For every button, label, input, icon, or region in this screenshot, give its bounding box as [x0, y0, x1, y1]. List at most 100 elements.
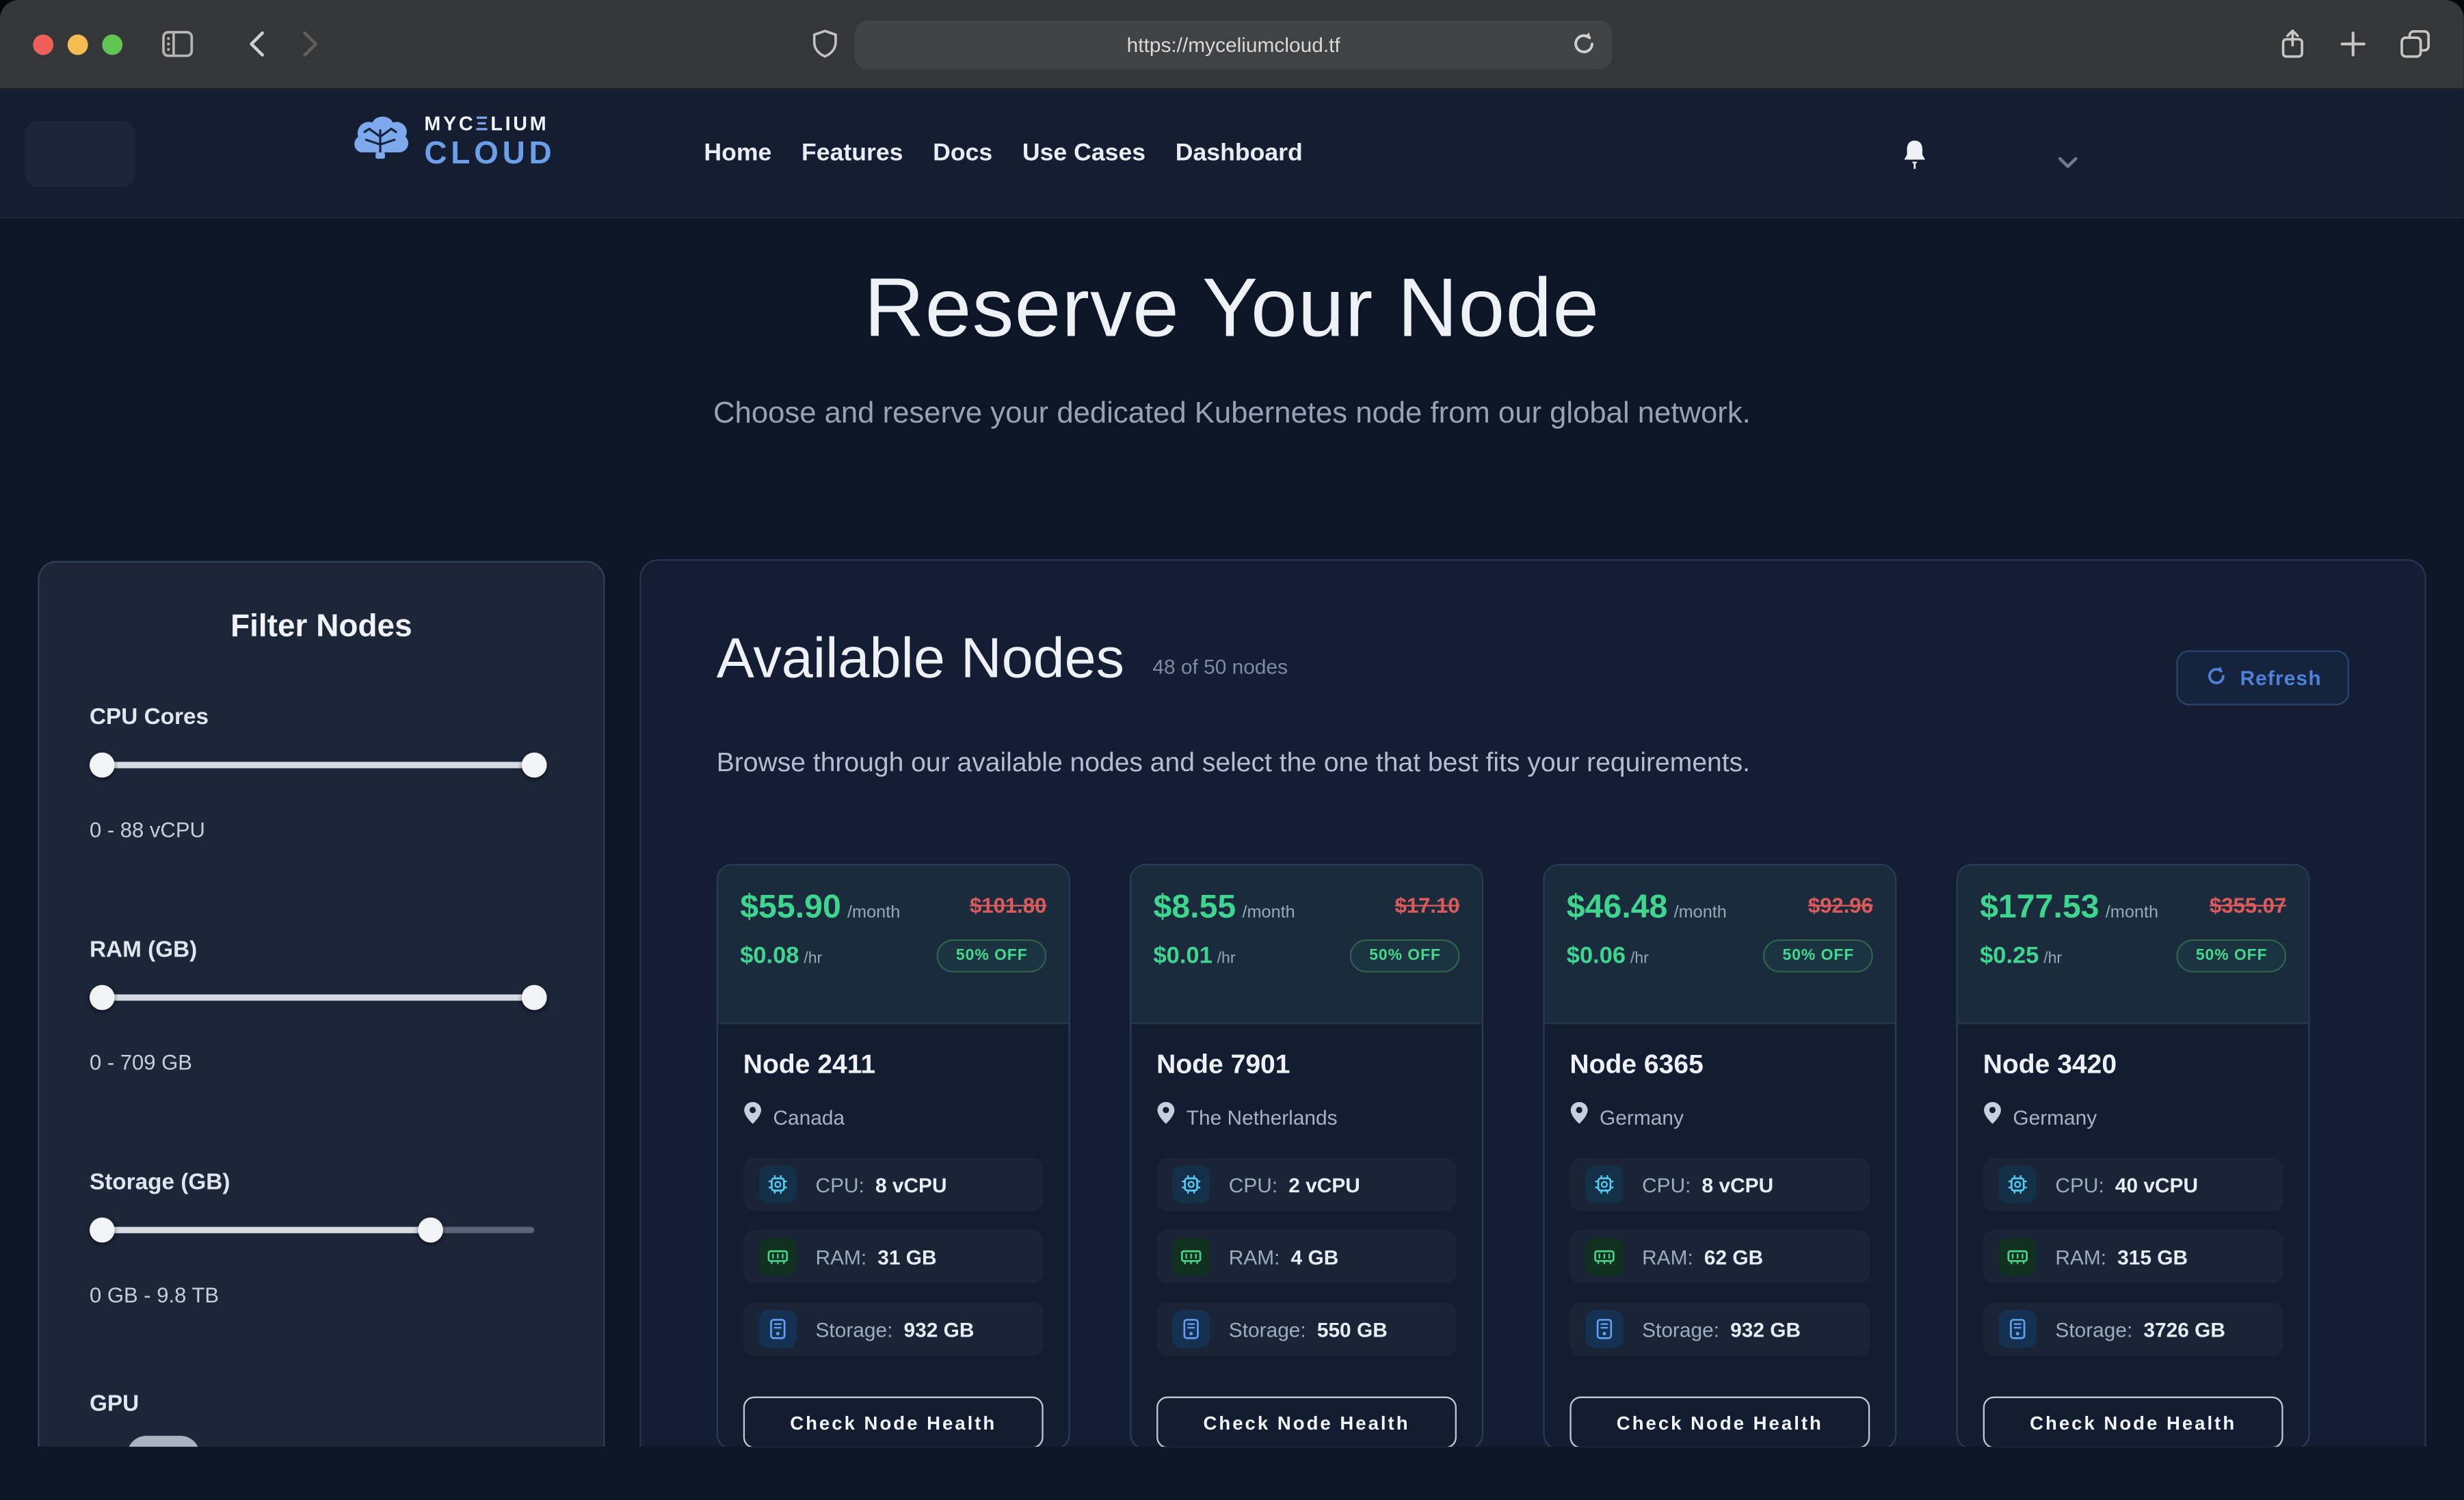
- mycelium-brain-icon: [349, 111, 412, 173]
- spec-value: 2 vCPU: [1288, 1173, 1360, 1196]
- original-price: $17.10: [1395, 894, 1460, 917]
- gpu-filter-label: GPU: [90, 1392, 139, 1417]
- nav-link-dashboard[interactable]: Dashboard: [1176, 139, 1303, 168]
- spec-row-storage: Storage: 932 GB: [743, 1302, 1044, 1356]
- spec-value: 3726 GB: [2143, 1317, 2225, 1341]
- nav-link-docs[interactable]: Docs: [933, 139, 992, 168]
- spec-row-storage: Storage: 3726 GB: [1983, 1302, 2283, 1356]
- slider-handle-max[interactable]: [418, 1218, 443, 1243]
- monthly-price: $46.48/month: [1567, 889, 1727, 926]
- reload-icon[interactable]: [1569, 30, 1598, 63]
- spec-label: Storage:: [1642, 1317, 1719, 1341]
- node-card-node-7901[interactable]: $8.55/month $17.10 $0.01/hr 50% OFF Node…: [1130, 864, 1483, 1447]
- cpu-chip-icon: [1585, 1166, 1623, 1203]
- available-nodes-panel: Available Nodes 48 of 50 nodes Refresh B…: [639, 559, 2426, 1447]
- zoom-button[interactable]: [102, 35, 122, 55]
- site-navbar: MYCΞLIUM CLOUD Home Features Docs Use Cases…: [0, 90, 2464, 218]
- nav-link-use-cases[interactable]: Use Cases: [1022, 139, 1145, 168]
- nav-links: Home Features Docs Use Cases Dashboard: [704, 90, 1302, 218]
- spec-label: Storage:: [1229, 1317, 1306, 1341]
- nav-link-home[interactable]: Home: [704, 139, 771, 168]
- spec-value: 8 vCPU: [875, 1173, 947, 1196]
- range-slider[interactable]: [90, 985, 547, 1010]
- node-name: Node 7901: [1156, 1049, 1457, 1081]
- node-card-node-2411[interactable]: $55.90/month $101.80 $0.08/hr 50% OFF No…: [717, 864, 1070, 1447]
- original-price: $355.07: [2210, 894, 2286, 917]
- tabs-overview-icon[interactable]: [2400, 29, 2431, 59]
- hero-section: Reserve Your Node Choose and reserve you…: [0, 218, 2464, 431]
- check-node-health-button[interactable]: Check Node Health: [743, 1397, 1044, 1447]
- spec-label: RAM:: [816, 1245, 867, 1268]
- nodes-panel-title: Available Nodes: [717, 627, 1124, 689]
- spec-label: RAM:: [1642, 1245, 1693, 1268]
- slider-handle-max[interactable]: [522, 753, 547, 778]
- spec-value: 315 GB: [2117, 1245, 2188, 1268]
- sidebar-toggle-icon[interactable]: [162, 31, 194, 57]
- slider-handle-min[interactable]: [90, 985, 115, 1010]
- minimize-button[interactable]: [68, 35, 88, 55]
- slider-handle-max[interactable]: [522, 985, 547, 1010]
- spec-label: Storage:: [2055, 1317, 2132, 1341]
- brand-line2: CLOUD: [424, 138, 555, 170]
- hourly-price: $0.08/hr: [740, 941, 822, 969]
- slider-fill: [102, 994, 534, 1000]
- url-bar[interactable]: https://myceliumcloud.tf: [855, 21, 1612, 69]
- refresh-button[interactable]: Refresh: [2176, 650, 2349, 705]
- spec-value: 31 GB: [877, 1245, 936, 1268]
- close-button[interactable]: [33, 35, 53, 55]
- node-card-node-3420[interactable]: $177.53/month $355.07 $0.25/hr 50% OFF N…: [1957, 864, 2310, 1447]
- forward-icon[interactable]: [302, 30, 321, 58]
- check-node-health-button[interactable]: Check Node Health: [1156, 1397, 1457, 1447]
- nav-link-features[interactable]: Features: [802, 139, 903, 168]
- ram-chip-icon: [1585, 1238, 1623, 1276]
- back-icon[interactable]: [247, 30, 266, 58]
- monthly-price: $8.55/month: [1154, 889, 1295, 926]
- range-slider[interactable]: [90, 753, 547, 778]
- check-node-health-button[interactable]: Check Node Health: [1569, 1397, 1870, 1447]
- shield-icon[interactable]: [811, 29, 839, 59]
- slider-handle-min[interactable]: [90, 1218, 115, 1243]
- storage-drive-icon: [1585, 1310, 1623, 1348]
- hourly-price: $0.25/hr: [1980, 941, 2062, 969]
- spec-label: RAM:: [2055, 1245, 2106, 1268]
- filter-panel-title: Filter Nodes: [39, 610, 603, 646]
- slider-fill: [102, 762, 534, 768]
- discount-badge: 50% OFF: [937, 939, 1046, 972]
- node-card-pricing: $55.90/month $101.80 $0.08/hr 50% OFF: [718, 866, 1068, 1024]
- node-name: Node 2411: [743, 1049, 1044, 1081]
- spec-value: 550 GB: [1317, 1317, 1388, 1341]
- node-card-pricing: $177.53/month $355.07 $0.25/hr 50% OFF: [1958, 866, 2308, 1024]
- share-icon[interactable]: [2279, 28, 2307, 59]
- refresh-button-label: Refresh: [2240, 666, 2321, 689]
- node-specs: CPU: 40 vCPU RAM: 315 GB Storage: 3726 G…: [1983, 1157, 2283, 1356]
- spec-label: Storage:: [816, 1317, 893, 1341]
- brand-logo[interactable]: MYCΞLIUM CLOUD: [349, 111, 555, 173]
- filter-range-text: 0 GB - 9.8 TB: [90, 1283, 547, 1307]
- chevron-down-icon[interactable]: [2058, 149, 2078, 177]
- hourly-price: $0.01/hr: [1154, 941, 1236, 969]
- node-specs: CPU: 8 vCPU RAM: 31 GB Storage: 932 GB: [743, 1157, 1044, 1356]
- bell-icon[interactable]: [1900, 138, 1930, 180]
- range-slider[interactable]: [90, 1218, 547, 1243]
- new-tab-icon[interactable]: [2340, 31, 2366, 57]
- storage-drive-icon: [1999, 1310, 2037, 1348]
- gpu-toggle[interactable]: [127, 1436, 200, 1447]
- node-card-node-6365[interactable]: $46.48/month $92.96 $0.06/hr 50% OFF Nod…: [1543, 864, 1896, 1447]
- spec-label: CPU:: [1229, 1173, 1277, 1196]
- spec-label: RAM:: [1229, 1245, 1280, 1268]
- url-text: https://myceliumcloud.tf: [1127, 33, 1340, 56]
- spec-row-cpu: CPU: 8 vCPU: [743, 1157, 1044, 1211]
- spec-row-cpu: CPU: 2 vCPU: [1156, 1157, 1457, 1211]
- node-name: Node 3420: [1983, 1049, 2283, 1081]
- ram-chip-icon: [759, 1238, 797, 1276]
- node-card-pricing: $8.55/month $17.10 $0.01/hr 50% OFF: [1131, 866, 1481, 1024]
- spec-value: 932 GB: [1730, 1317, 1801, 1341]
- original-price: $101.80: [970, 894, 1046, 917]
- monthly-price: $55.90/month: [740, 889, 900, 926]
- slider-handle-min[interactable]: [90, 753, 115, 778]
- monthly-price: $177.53/month: [1980, 889, 2158, 926]
- check-node-health-button[interactable]: Check Node Health: [1983, 1397, 2283, 1447]
- discount-badge: 50% OFF: [2177, 939, 2286, 972]
- spec-label: CPU:: [2055, 1173, 2104, 1196]
- filter-label: RAM (GB): [90, 938, 547, 963]
